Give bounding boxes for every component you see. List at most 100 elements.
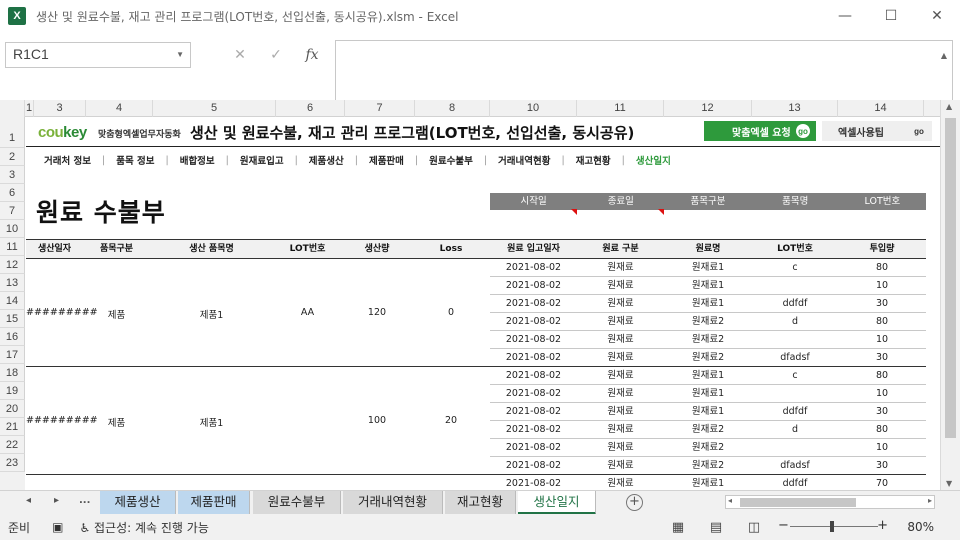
vertical-scroll-thumb[interactable]: [945, 118, 956, 438]
cell-in_date[interactable]: 2021-08-02: [490, 367, 577, 385]
cell-amount[interactable]: 10: [838, 385, 926, 403]
column-header-10[interactable]: 10: [490, 100, 577, 117]
group-cell-product[interactable]: 제품1: [150, 415, 273, 429]
cell-lot[interactable]: ddfdf: [752, 475, 838, 490]
filter-header-1[interactable]: 종료일: [577, 193, 665, 215]
table-row[interactable]: 2021-08-02 원재료 원재료1 10: [490, 385, 926, 403]
cell-in_date[interactable]: 2021-08-02: [490, 277, 577, 295]
cell-kind[interactable]: 원재료: [577, 439, 664, 457]
cell-kind[interactable]: 원재료: [577, 475, 664, 490]
table-row[interactable]: 2021-08-02 원재료 원재료2 dfadsf 30: [490, 457, 926, 475]
row-header-3[interactable]: 3: [0, 166, 25, 184]
excel-tips-button[interactable]: 엑셀사용팁 go: [822, 121, 932, 141]
cell-kind[interactable]: 원재료: [577, 349, 664, 367]
cell-amount[interactable]: 30: [838, 295, 926, 313]
cell-in_date[interactable]: 2021-08-02: [490, 457, 577, 475]
cell-name[interactable]: 원재료2: [664, 439, 752, 457]
column-header-3[interactable]: 3: [34, 100, 86, 117]
page-break-icon[interactable]: ◫: [744, 520, 764, 535]
worksheet[interactable]: coukey 맞춤형엑셀업무자동화 생산 및 원료수불, 재고 관리 프로그램(…: [26, 117, 940, 490]
cell-in_date[interactable]: 2021-08-02: [490, 385, 577, 403]
group-cell-qty[interactable]: 120: [342, 307, 412, 318]
table-row[interactable]: 2021-08-02 원재료 원재료1 10: [490, 277, 926, 295]
table-header-3[interactable]: LOT번호: [273, 240, 342, 259]
row-header-16[interactable]: 16: [0, 328, 25, 346]
cell-name[interactable]: 원재료1: [664, 475, 752, 490]
row-header-11[interactable]: 11: [0, 238, 25, 256]
zoom-level[interactable]: 80%: [894, 520, 934, 534]
tab-4[interactable]: 재고현황: [445, 491, 516, 515]
row-header-23[interactable]: 23: [0, 454, 25, 472]
cell-name[interactable]: 원재료2: [664, 457, 752, 475]
nav-item-7[interactable]: 거래내역현황: [498, 153, 550, 167]
cell-kind[interactable]: 원재료: [577, 259, 664, 277]
cell-name[interactable]: 원재료1: [664, 259, 752, 277]
cell-name[interactable]: 원재료2: [664, 349, 752, 367]
cell-kind[interactable]: 원재료: [577, 367, 664, 385]
cell-amount[interactable]: 80: [838, 313, 926, 331]
group-cell-qty[interactable]: 100: [342, 415, 412, 426]
filter-header-4[interactable]: LOT번호: [839, 193, 926, 210]
row-header-12[interactable]: 12: [0, 256, 25, 274]
table-header-9[interactable]: LOT번호: [752, 240, 838, 259]
cell-in_date[interactable]: 2021-08-02: [490, 421, 577, 439]
table-header-1[interactable]: 품목구분: [83, 240, 150, 259]
cell-name[interactable]: 원재료2: [664, 331, 752, 349]
group-cell-loss[interactable]: 20: [412, 415, 490, 426]
nav-item-2[interactable]: 배합정보: [180, 153, 215, 167]
column-header-6[interactable]: 6: [276, 100, 345, 117]
tab-next-icon[interactable]: ▸: [54, 495, 59, 506]
column-header-4[interactable]: 4: [86, 100, 153, 117]
group-cell-lot[interactable]: AA: [273, 307, 342, 318]
nav-item-3[interactable]: 원재료입고: [240, 153, 284, 167]
table-row[interactable]: 2021-08-02 원재료 원재료1 ddfdf 30: [490, 403, 926, 421]
cell-amount[interactable]: 30: [838, 457, 926, 475]
page-layout-icon[interactable]: ▤: [706, 520, 726, 535]
row-header-19[interactable]: 19: [0, 382, 25, 400]
cell-kind[interactable]: 원재료: [577, 313, 664, 331]
table-row[interactable]: 2021-08-02 원재료 원재료1 c 80: [490, 259, 926, 277]
tab-5[interactable]: 생산일지: [518, 491, 596, 515]
column-header-12[interactable]: 12: [664, 100, 752, 117]
row-header-7[interactable]: 7: [0, 202, 25, 220]
cell-lot[interactable]: dfadsf: [752, 349, 838, 367]
nav-item-6[interactable]: 원료수불부: [429, 153, 473, 167]
cell-name[interactable]: 원재료1: [664, 403, 752, 421]
row-header-17[interactable]: 17: [0, 346, 25, 364]
group-cell-type[interactable]: 제품: [83, 307, 150, 321]
table-header-0[interactable]: 생산일자: [26, 240, 83, 259]
cell-lot[interactable]: [752, 439, 838, 457]
macro-record-icon[interactable]: ▣: [52, 520, 63, 534]
row-header-2[interactable]: 2: [0, 148, 25, 166]
row-header-20[interactable]: 20: [0, 400, 25, 418]
scroll-up-icon[interactable]: ▲: [946, 102, 952, 111]
cell-amount[interactable]: 10: [838, 331, 926, 349]
zoom-out-button[interactable]: −: [778, 518, 789, 533]
name-box-dropdown-icon[interactable]: ▼: [176, 50, 184, 59]
table-header-6[interactable]: 원료 입고일자: [490, 240, 577, 259]
group-cell-date[interactable]: #########: [26, 415, 98, 426]
scroll-left-icon[interactable]: ◂: [728, 496, 732, 505]
cell-lot[interactable]: d: [752, 313, 838, 331]
nav-item-4[interactable]: 제품생산: [309, 153, 344, 167]
cell-name[interactable]: 원재료2: [664, 313, 752, 331]
cell-amount[interactable]: 80: [838, 259, 926, 277]
scroll-right-icon[interactable]: ▸: [928, 496, 932, 505]
row-header-1[interactable]: 1: [0, 117, 25, 148]
column-header-14[interactable]: 14: [838, 100, 924, 117]
nav-item-1[interactable]: 품목 정보: [116, 153, 154, 167]
zoom-slider[interactable]: − +: [778, 514, 888, 540]
row-header-18[interactable]: 18: [0, 364, 25, 382]
cell-name[interactable]: 원재료1: [664, 295, 752, 313]
vertical-scrollbar[interactable]: ▲ ▼: [940, 100, 960, 490]
row-header-14[interactable]: 14: [0, 292, 25, 310]
zoom-in-button[interactable]: +: [877, 518, 888, 533]
group-cell-date[interactable]: #########: [26, 307, 98, 318]
cell-lot[interactable]: [752, 385, 838, 403]
column-header-13[interactable]: 13: [752, 100, 838, 117]
cell-in_date[interactable]: 2021-08-02: [490, 349, 577, 367]
row-header-10[interactable]: 10: [0, 220, 25, 238]
cell-amount[interactable]: 30: [838, 349, 926, 367]
cell-in_date[interactable]: 2021-08-02: [490, 313, 577, 331]
table-header-5[interactable]: Loss: [412, 240, 490, 259]
